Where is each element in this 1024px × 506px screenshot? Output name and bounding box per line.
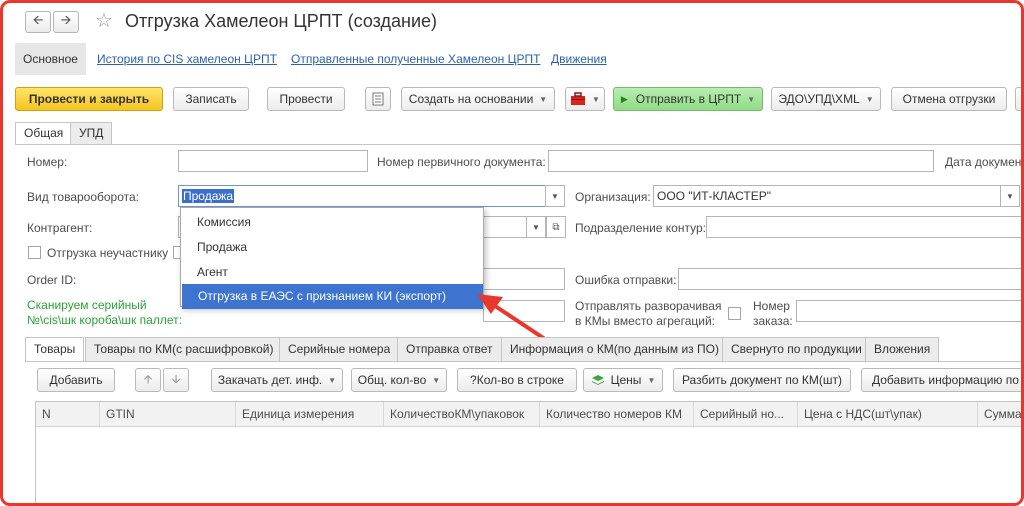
tab-collapsed-by-product[interactable]: Свернуто по продукции (722, 337, 871, 361)
chevron-down-icon: ▼ (432, 375, 441, 385)
tab-attachments[interactable]: Вложения (865, 337, 940, 361)
column-header[interactable]: Сумма Н (978, 402, 1021, 426)
layers-icon (591, 375, 604, 385)
column-header[interactable]: Цена с НДС(шт\упак) (798, 402, 978, 426)
tab-goods-by-km[interactable]: Товары по КМ(с расшифровкой) (85, 337, 283, 361)
column-header[interactable]: Количество номеров КМ (540, 402, 694, 426)
column-header[interactable]: Единица измерения (236, 402, 384, 426)
arrow-up-icon: 🡩 (143, 371, 153, 386)
split-document-button[interactable]: Разбить документ по КМ(шт) (673, 368, 851, 392)
add-button[interactable]: Добавить (37, 368, 115, 392)
table-header: N GTIN Единица измерения КоличествоКМ\уп… (36, 402, 1021, 427)
goods-table: N GTIN Единица измерения КоличествоКМ\уп… (35, 401, 1021, 503)
total-qty-button[interactable]: Общ. кол-во ▼ (351, 368, 447, 392)
chevron-down-icon: ▼ (328, 375, 337, 385)
divider (25, 361, 1021, 362)
column-header[interactable]: GTIN (100, 402, 236, 426)
column-header[interactable]: КоличествоКМ\упаковок (384, 402, 540, 426)
tab-serial-numbers[interactable]: Серийные номера (279, 337, 400, 361)
tab-goods[interactable]: Товары (25, 337, 85, 362)
chevron-down-icon: ▼ (647, 375, 656, 385)
tab-km-info[interactable]: Информация о КМ(по данным из ПО) (501, 337, 728, 361)
prices-button[interactable]: Цены ▼ (583, 368, 663, 392)
screenshot-frame: 🡨 🡪 ☆ Отгрузка Хамелеон ЦРПТ (создание) … (0, 0, 1024, 506)
arrow-down-icon: 🡫 (171, 371, 181, 386)
load-details-button[interactable]: Закачать дет. инф. ▼ (211, 368, 343, 392)
qty-in-row-button[interactable]: ?Кол-во в строке (457, 368, 577, 392)
move-up-button[interactable]: 🡩 (135, 368, 161, 392)
column-header[interactable]: N (36, 402, 100, 426)
column-header[interactable]: Серийный но... (694, 402, 798, 426)
tab-send-response[interactable]: Отправка ответ (397, 337, 502, 361)
move-down-button[interactable]: 🡫 (163, 368, 189, 392)
add-info-button[interactable]: Добавить информацию по т (861, 368, 1021, 392)
